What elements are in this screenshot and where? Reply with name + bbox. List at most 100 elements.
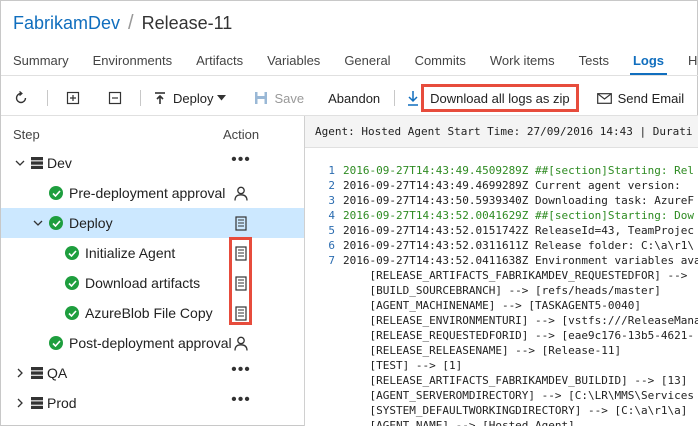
- log-line: [SYSTEM_DEFAULTWORKINGDIRECTORY] --> [C:…: [305, 403, 698, 418]
- tree-row-label: Pre-deployment approval: [69, 185, 226, 201]
- log-line: [AGENT_NAME] --> [Hosted Agent]: [305, 418, 698, 426]
- tree-row-label: Prod: [47, 395, 77, 411]
- abandon-button[interactable]: Abandon: [328, 84, 380, 112]
- log-line: 2 2016-09-27T14:43:49.4699289Z Current ag…: [305, 178, 698, 193]
- approver-button[interactable]: [233, 178, 249, 208]
- environment-icon: [30, 366, 44, 383]
- tree-row-qa[interactable]: QA •••: [1, 358, 304, 388]
- log-lines: 1 2016-09-27T14:43:49.4509289Z ##[section…: [305, 163, 698, 426]
- chevron-right-icon[interactable]: [15, 368, 25, 378]
- tab-artifacts[interactable]: Artifacts: [196, 49, 243, 75]
- collapse-all-button[interactable]: [108, 84, 122, 112]
- more-icon: •••: [231, 391, 251, 408]
- more-actions-button[interactable]: •••: [231, 148, 250, 178]
- steps-tree: Step Action Dev ••• Pre-deployment appro…: [1, 119, 304, 426]
- line-text: [RELEASE_RELEASENAME] --> [Release-11]: [343, 344, 622, 357]
- line-number: [305, 313, 343, 328]
- deploy-button[interactable]: Deploy: [153, 84, 227, 112]
- tree-row-download-artifacts[interactable]: Download artifacts: [1, 268, 304, 298]
- line-number: 5: [328, 224, 335, 237]
- chevron-down-icon[interactable]: [15, 158, 25, 168]
- refresh-button[interactable]: [13, 84, 29, 112]
- line-text: [AGENT_NAME] --> [Hosted Agent]: [343, 419, 575, 426]
- action-column-header: Action: [223, 127, 260, 142]
- tab-variables[interactable]: Variables: [267, 49, 320, 75]
- more-actions-button[interactable]: •••: [231, 358, 251, 388]
- breadcrumb-release-title: Release-11: [141, 12, 233, 33]
- save-icon: [255, 92, 268, 104]
- line-text: 2016-09-27T14:43:52.0311611Z Release fol…: [343, 239, 694, 252]
- log-line: 6 2016-09-27T14:43:52.0311611Z Release fo…: [305, 238, 698, 253]
- tab-summary[interactable]: Summary: [13, 49, 69, 75]
- tree-row-initialize-agent[interactable]: Initialize Agent: [1, 238, 304, 268]
- tree-row-label: Post-deployment approval: [69, 335, 232, 351]
- environment-icon: [30, 156, 44, 173]
- toolbar: Deploy Save Abandon Download all logs as…: [1, 83, 698, 113]
- line-text: 2016-09-27T14:43:52.0041629Z ##[section]…: [343, 209, 694, 222]
- log-line: [AGENT_SERVEROMDIRECTORY] --> [C:\LR\MMS…: [305, 388, 698, 403]
- save-button[interactable]: Save: [254, 84, 304, 112]
- toolbar-separator: [47, 90, 48, 106]
- line-text: 2016-09-27T14:43:52.0151742Z ReleaseId=4…: [343, 224, 694, 237]
- toolbar-separator: [394, 90, 396, 106]
- breadcrumb: FabrikamDev / Release-11: [13, 10, 232, 36]
- success-check-icon: [65, 306, 79, 320]
- line-number: 7: [328, 254, 335, 267]
- more-actions-button[interactable]: •••: [231, 388, 251, 418]
- line-number: [305, 418, 343, 426]
- tab-general[interactable]: General: [344, 49, 390, 75]
- collapse-all-icon: [108, 91, 122, 105]
- log-line: 3 2016-09-27T14:43:50.5939340Z Downloadin…: [305, 193, 698, 208]
- tree-row-post-deployment-approval[interactable]: Post-deployment approval: [1, 328, 304, 358]
- expand-all-icon: [66, 91, 80, 105]
- tab-work-items[interactable]: Work items: [490, 49, 555, 75]
- view-log-button[interactable]: [233, 208, 249, 238]
- log-line: [RELEASE_ARTIFACTS_FABRIKAMDEV_BUILDID] …: [305, 373, 698, 388]
- line-text: [RELEASE_ENVIRONMENTURI] --> [vstfs:///R…: [343, 314, 698, 327]
- save-label: Save: [274, 90, 305, 106]
- tree-row-label: Download artifacts: [85, 275, 201, 291]
- tree-row-deploy[interactable]: Deploy: [1, 208, 304, 238]
- release-tabs: Summary Environments Artifacts Variables…: [1, 49, 698, 75]
- deploy-label: Deploy: [173, 90, 214, 106]
- line-text: [AGENT_MACHINENAME] --> [TASKAGENT5-0040…: [343, 299, 642, 312]
- tab-commits[interactable]: Commits: [415, 49, 466, 75]
- download-all-logs-button[interactable]: Download all logs as zip: [421, 84, 579, 112]
- line-text: 2016-09-27T14:43:50.5939340Z Downloading…: [343, 194, 694, 207]
- log-actions-highlight: [229, 237, 252, 325]
- send-email-button[interactable]: Send Email: [596, 84, 685, 112]
- tree-row-pre-deployment-approval[interactable]: Pre-deployment approval: [1, 178, 304, 208]
- log-line: [RELEASE_ENVIRONMENTURI] --> [vstfs:///R…: [305, 313, 698, 328]
- line-text: [SYSTEM_DEFAULTWORKINGDIRECTORY] --> [C:…: [343, 404, 688, 417]
- line-text: 2016-09-27T14:43:52.0411638Z Environment…: [343, 254, 698, 267]
- log-line: 4 2016-09-27T14:43:52.0041629Z ##[section…: [305, 208, 698, 223]
- more-icon: •••: [231, 361, 251, 378]
- success-check-icon: [49, 216, 63, 230]
- tab-logs[interactable]: Logs: [629, 49, 668, 75]
- tree-row-label: AzureBlob File Copy: [85, 305, 213, 321]
- log-line: [BUILD_SOURCEBRANCH] --> [refs/heads/mas…: [305, 283, 698, 298]
- chevron-down-icon[interactable]: [33, 218, 43, 228]
- log-line: [RELEASE_RELEASENAME] --> [Release-11]: [305, 343, 698, 358]
- log-line: [RELEASE_ARTIFACTS_FABRIKAMDEV_REQUESTED…: [305, 268, 698, 283]
- tab-tests[interactable]: Tests: [579, 49, 609, 75]
- log-line: [TEST] --> [1]: [305, 358, 698, 373]
- tab-history[interactable]: History: [688, 49, 698, 75]
- line-number: [305, 268, 343, 283]
- log-line: 7 2016-09-27T14:43:52.0411638Z Environmen…: [305, 253, 698, 268]
- approver-button[interactable]: [233, 328, 249, 358]
- tree-row-dev[interactable]: Dev •••: [1, 148, 304, 178]
- tree-row-azureblob-file-copy[interactable]: AzureBlob File Copy: [1, 298, 304, 328]
- chevron-right-icon[interactable]: [15, 398, 25, 408]
- line-text: [AGENT_SERVEROMDIRECTORY] --> [C:\LR\MMS…: [343, 389, 694, 402]
- tree-row-label: Initialize Agent: [85, 245, 176, 261]
- tab-environments[interactable]: Environments: [93, 49, 172, 75]
- expand-all-button[interactable]: [66, 84, 80, 112]
- log-viewer: Agent: Hosted Agent Start Time: 27/09/20…: [305, 116, 698, 426]
- tree-row-prod[interactable]: Prod •••: [1, 388, 304, 418]
- breadcrumb-project-link[interactable]: FabrikamDev: [13, 13, 120, 34]
- send-email-label: Send Email: [617, 90, 685, 106]
- success-check-icon: [65, 246, 79, 260]
- line-number: 6: [328, 239, 335, 252]
- line-text: [TEST] --> [1]: [343, 359, 463, 372]
